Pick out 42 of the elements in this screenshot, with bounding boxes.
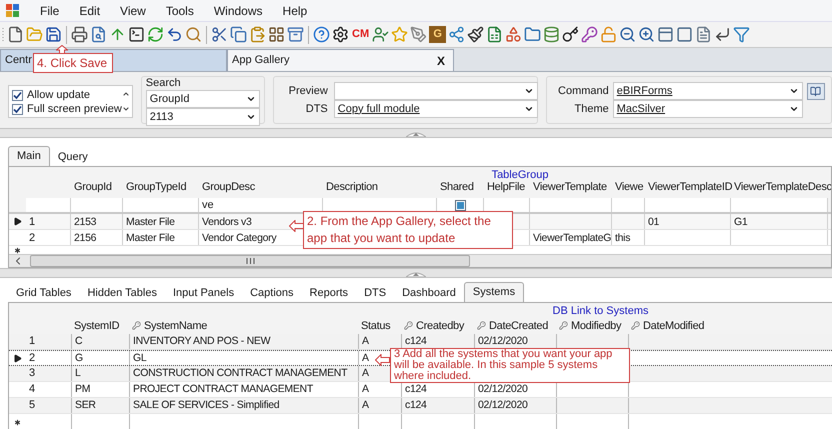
tab-label: App Gallery xyxy=(232,53,290,68)
table-cell: INVENTORY AND POS - NEW xyxy=(129,334,358,349)
table-cell: G1 xyxy=(731,214,828,229)
table-cell: Master File xyxy=(123,214,199,229)
option-label: Allow update xyxy=(27,88,90,103)
tab-label: Centr xyxy=(5,53,32,68)
table-title: DB Link to Systems xyxy=(552,304,648,318)
table-cell: A xyxy=(358,398,401,413)
table-cell: G xyxy=(71,351,129,365)
table-cell: Master File xyxy=(123,230,199,245)
table-cell: 01 xyxy=(645,214,731,229)
table-cell: SALE OF SERVICES - Simplified xyxy=(129,398,358,413)
row-number: 5 xyxy=(28,398,36,413)
row-number: 1 xyxy=(28,334,36,349)
row-number: 2 xyxy=(26,230,71,245)
field-label: Preview xyxy=(288,84,328,99)
annotation-tooltip: 4. Click Save xyxy=(33,53,113,73)
group-label: Search xyxy=(146,77,182,90)
field-label: Theme xyxy=(574,102,609,117)
table-title: TableGroup xyxy=(492,168,548,182)
table-cell: PM xyxy=(71,382,129,397)
table-cell: CONSTRUCTION CONTRACT MANAGEMENT xyxy=(129,366,358,381)
table-cell: 02/12/2020 xyxy=(474,398,556,413)
row-number: 4 xyxy=(28,382,36,397)
table-cell: GL xyxy=(129,351,358,365)
table-cell: PROJECT CONTRACT MANAGEMENT xyxy=(129,382,358,397)
table-cell: 2156 xyxy=(71,230,123,245)
row-number: 3 xyxy=(28,366,36,381)
table-cell: 2153 xyxy=(71,214,123,229)
row-number: 2 xyxy=(28,351,36,365)
table-cell: this xyxy=(612,230,645,245)
row-number: 1 xyxy=(26,214,71,229)
table-cell: SER xyxy=(71,398,129,413)
field-label: Command xyxy=(557,84,609,99)
table-cell: L xyxy=(71,366,129,381)
table-cell: ViewerTemplateG xyxy=(530,230,612,245)
field-label: DTS xyxy=(304,102,328,117)
annotation-tooltip: 2. From the App Gallery, select the app that you want to update xyxy=(303,211,513,249)
table-cell: C xyxy=(71,334,129,349)
annotation-tooltip: 3 Add all the systems that you want your app will be available. In this sample 5 systems where included. xyxy=(390,348,630,383)
option-label: Full screen preview xyxy=(27,102,122,117)
table-cell: c124 xyxy=(401,398,474,413)
